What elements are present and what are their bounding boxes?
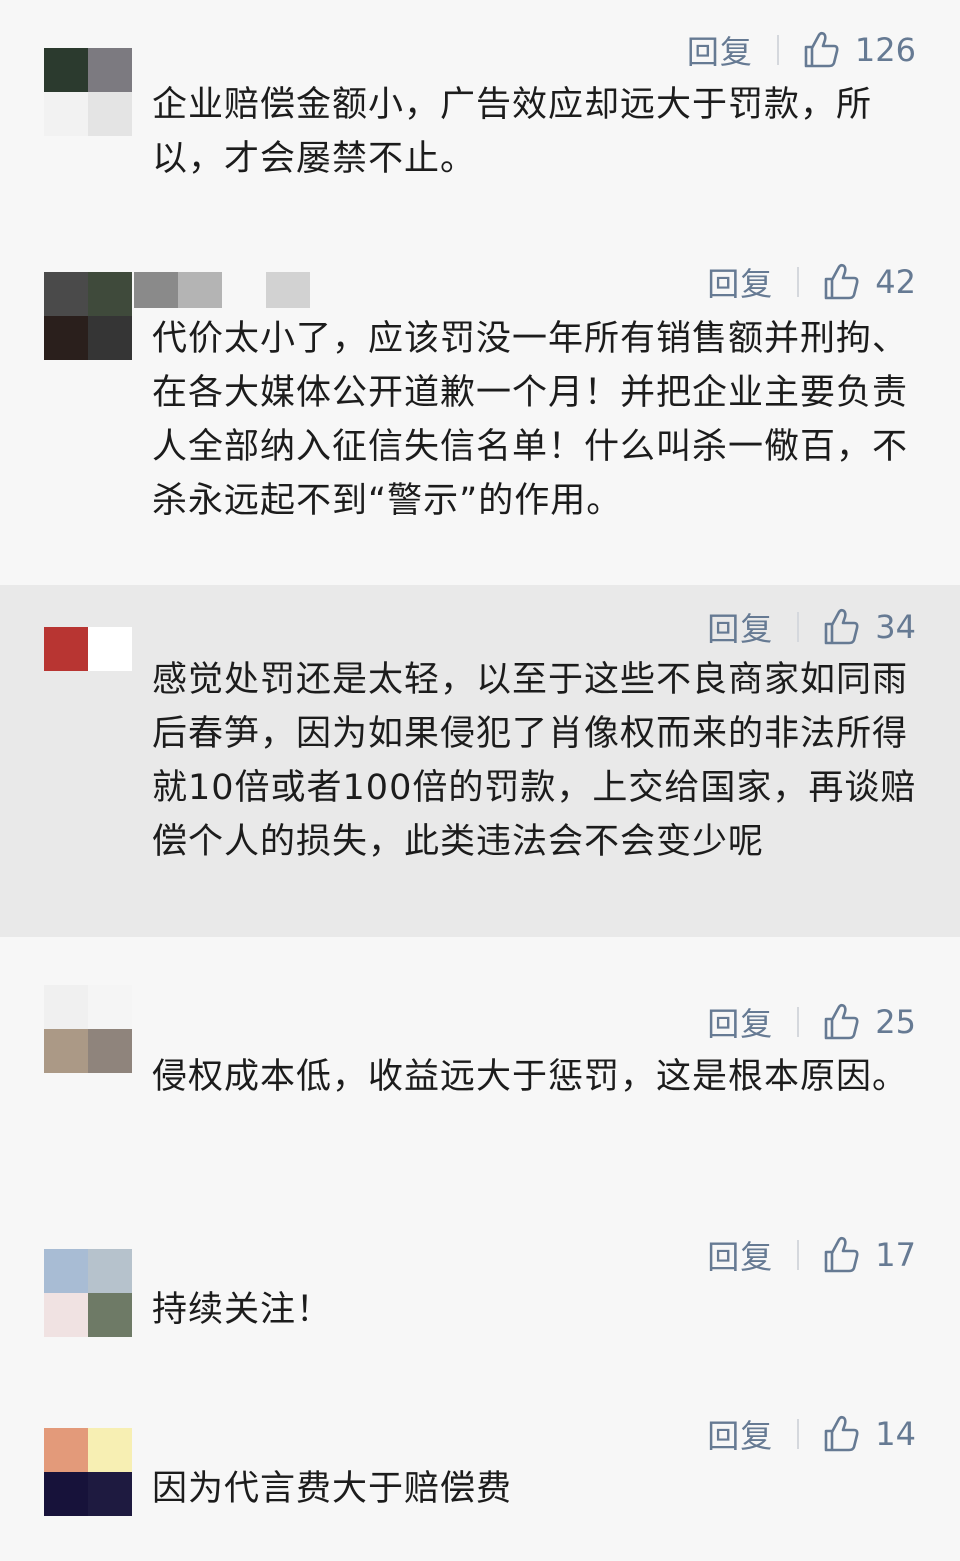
avatar[interactable] [44,48,132,136]
comment-actions: 回复 34 [707,605,916,649]
avatar[interactable] [44,1249,132,1337]
action-divider [797,1007,800,1037]
avatar[interactable] [44,1428,132,1516]
like-count: 42 [875,263,916,301]
comment-text: 持续关注！ [152,1290,333,1330]
reply-button[interactable]: 回复 [707,1411,773,1457]
comment-item: 回复 34 感觉处罚还是太轻，以至于这些不良商家如同雨后春笋，因为如果侵犯了肖像… [0,585,960,937]
like-button[interactable]: 17 [821,1235,916,1275]
avatar[interactable] [44,627,132,715]
reply-button[interactable]: 回复 [707,259,773,305]
comment-actions: 回复 25 [707,1000,916,1044]
action-divider [797,1419,800,1449]
reply-button[interactable]: 回复 [707,604,773,650]
thumbs-up-icon [824,1003,859,1040]
comment-item: 回复 17 持续关注！ [0,1177,960,1402]
avatar[interactable] [44,272,132,360]
action-divider [797,267,800,297]
like-button[interactable]: 126 [801,30,916,70]
comment-item: 回复 42 代价太小了，应该罚没一年所有销售额并刑拘、在各大媒体公开道歉一个月！… [0,230,960,585]
comment-text: 侵权成本低，收益远大于惩罚，这是根本原因。 [152,1057,909,1097]
avatar[interactable] [44,985,132,1073]
action-divider [797,1240,800,1270]
like-count: 34 [875,608,916,646]
comment-actions: 回复 17 [707,1233,916,1277]
comment-item: 回复 14 因为代言费大于赔偿费 [0,1402,960,1561]
comment-text: 代价太小了，应该罚没一年所有销售额并刑拘、在各大媒体公开道歉一个月！并把企业主要… [152,319,909,521]
reply-button[interactable]: 回复 [687,27,753,73]
like-button[interactable]: 14 [821,1414,916,1454]
comment-actions: 回复 42 [707,260,916,304]
comment-list: 回复 126 企业赔偿金额小，广告效应却远大于罚款，所以，才会屡禁不止。 回复 [0,0,960,1561]
thumbs-up-icon [824,608,859,645]
comment-text: 因为代言费大于赔偿费 [152,1469,513,1509]
action-divider [776,35,779,65]
like-count: 17 [875,1236,916,1274]
username[interactable] [134,272,314,308]
like-count: 126 [854,31,916,69]
reply-button[interactable]: 回复 [707,1232,773,1278]
comment-item: 回复 25 侵权成本低，收益远大于惩罚，这是根本原因。 [0,937,960,1177]
thumbs-up-icon [824,1415,859,1452]
like-count: 25 [875,1003,916,1041]
comment-text: 感觉处罚还是太轻，以至于这些不良商家如同雨后春笋，因为如果侵犯了肖像权而来的非法… [152,660,917,862]
comment-item: 回复 126 企业赔偿金额小，广告效应却远大于罚款，所以，才会屡禁不止。 [0,0,960,230]
thumbs-up-icon [804,31,839,68]
thumbs-up-icon [824,263,859,300]
thumbs-up-icon [824,1236,859,1273]
reply-button[interactable]: 回复 [707,999,773,1045]
like-button[interactable]: 34 [821,607,916,647]
comment-text: 企业赔偿金额小，广告效应却远大于罚款，所以，才会屡禁不止。 [152,85,873,179]
like-button[interactable]: 42 [821,262,916,302]
like-count: 14 [875,1415,916,1453]
comment-actions: 回复 126 [687,28,916,72]
like-button[interactable]: 25 [821,1002,916,1042]
comment-actions: 回复 14 [707,1412,916,1456]
action-divider [797,612,800,642]
